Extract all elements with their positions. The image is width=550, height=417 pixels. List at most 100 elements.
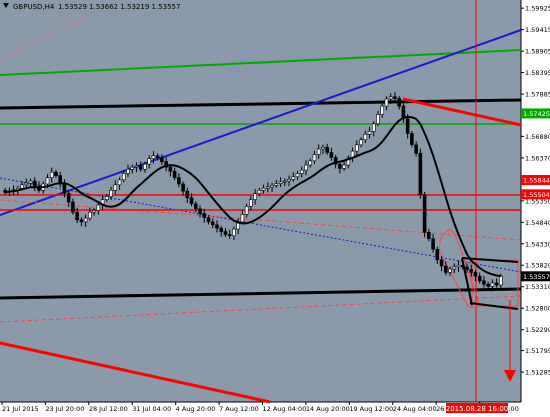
time-tick-label: 21 Jul 2015 <box>2 405 39 413</box>
candle-bear <box>71 201 75 213</box>
candle-bull <box>371 123 376 132</box>
candle-bull <box>257 189 262 194</box>
candle-bull <box>380 105 385 115</box>
time-tick-label: 23 Jul 20:00 <box>45 405 84 413</box>
candle-bear <box>329 152 334 158</box>
price-tick-label: 1.53820 <box>525 262 550 270</box>
symbol-label: GBPUSD,H4 <box>13 3 55 11</box>
candle-bear <box>418 152 423 195</box>
candle-bull <box>117 179 122 186</box>
candle-bear <box>181 183 185 192</box>
candle-bull <box>299 169 304 174</box>
candle-bull <box>45 177 50 185</box>
time-tick-label: 7 Aug 12:00 <box>219 405 259 413</box>
candle-bull <box>20 184 24 189</box>
candle-bull <box>355 144 359 152</box>
candle-bear <box>168 166 173 172</box>
time-tick-label: 14 Aug 20:00 <box>306 405 350 413</box>
candle-bear <box>160 157 164 162</box>
candle-bull <box>274 183 279 186</box>
price-tick-label: 1.58395 <box>525 69 550 77</box>
price-tick-label: 1.56370 <box>525 154 550 162</box>
time-tick-label: 31 Jul 04:00 <box>132 405 171 413</box>
price-tick-label: 1.59415 <box>525 26 550 34</box>
candle-bull <box>363 133 368 141</box>
plot-area[interactable] <box>0 0 521 402</box>
chart-header: GBPUSD,H4 1.53529 1.53662 1.53219 1.5355… <box>3 3 180 11</box>
candle-bull <box>109 189 113 197</box>
ohlc-label: 1.53529 1.53662 1.53219 1.53557 <box>58 3 180 11</box>
candle-bull <box>312 154 317 162</box>
candle-bull <box>24 182 29 186</box>
candle-bear <box>443 265 448 273</box>
candle-bull <box>105 196 109 200</box>
candle-bull <box>388 96 393 100</box>
price-badge-label: 1.55844 <box>523 177 550 185</box>
candle-bear <box>223 231 228 235</box>
price-tick-label: 1.53310 <box>525 283 550 291</box>
candle-bull <box>456 264 461 268</box>
candle-bull <box>83 217 88 223</box>
candle-bull <box>287 179 291 182</box>
candle-bear <box>177 177 181 185</box>
candle-bull <box>147 158 151 165</box>
candle-bull <box>321 147 325 150</box>
candle-bull <box>240 213 245 223</box>
candle-bull <box>134 165 139 168</box>
price-chart[interactable]: 1.599251.594151.589051.583951.578851.573… <box>0 0 550 413</box>
candle-bear <box>405 118 410 134</box>
candle-bear <box>193 203 198 210</box>
candle-bull <box>367 131 372 135</box>
candle-bear <box>219 227 224 232</box>
candle-bull <box>490 282 495 287</box>
candle-bull <box>249 199 253 207</box>
candle-bull <box>448 268 452 273</box>
candle-bull <box>342 164 346 169</box>
candle-bear <box>422 194 427 233</box>
time-tick-label: 28 Jul 12:00 <box>89 405 128 413</box>
candle-bear <box>66 192 71 203</box>
candle-bull <box>295 173 300 178</box>
candle-bull <box>452 266 457 270</box>
candle-bear <box>435 248 440 261</box>
candle-bull <box>143 163 147 170</box>
candle-bull <box>96 204 101 211</box>
candle-bear <box>227 234 232 237</box>
candle-bull <box>92 210 96 213</box>
candle-bull <box>499 275 503 286</box>
candle-bull <box>28 180 33 184</box>
price-tick-label: 1.52290 <box>525 326 550 334</box>
time-badge: 2015.08.28 16:00 <box>446 403 508 413</box>
candle-bull <box>304 164 308 171</box>
candle-bear <box>338 163 342 169</box>
candle-bull <box>270 184 274 188</box>
candle-bear <box>410 133 414 146</box>
candle-bull <box>130 166 135 170</box>
candle-bull <box>113 184 118 191</box>
candle-bear <box>325 147 329 153</box>
price-badge-label: 1.55504 <box>523 191 550 199</box>
candle-bear <box>210 221 215 226</box>
candle-bear <box>427 232 431 240</box>
candle-bear <box>206 217 211 223</box>
candle-bear <box>397 98 401 107</box>
price-badge-label: 1.53557 <box>523 273 550 281</box>
candle-bear <box>202 213 207 218</box>
candle-bear <box>79 219 84 223</box>
candle-bear <box>477 275 482 282</box>
candle-bull <box>49 171 54 178</box>
candle-bear <box>414 144 418 154</box>
price-tick-label: 1.51795 <box>525 347 550 355</box>
candle-bull <box>232 228 236 237</box>
candle-bull <box>88 211 92 219</box>
time-tick-label: 24 Aug 04:00 <box>393 405 437 413</box>
candle-bull <box>266 186 270 189</box>
price-tick-label: 1.58905 <box>525 48 550 56</box>
candle-bear <box>215 224 219 229</box>
candle-bull <box>376 114 380 125</box>
candle-bear <box>54 171 58 176</box>
candle-bear <box>431 238 435 250</box>
price-tick-label: 1.51285 <box>525 369 550 377</box>
candle-bear <box>482 280 486 285</box>
price-tick-label: 1.52800 <box>525 305 550 313</box>
